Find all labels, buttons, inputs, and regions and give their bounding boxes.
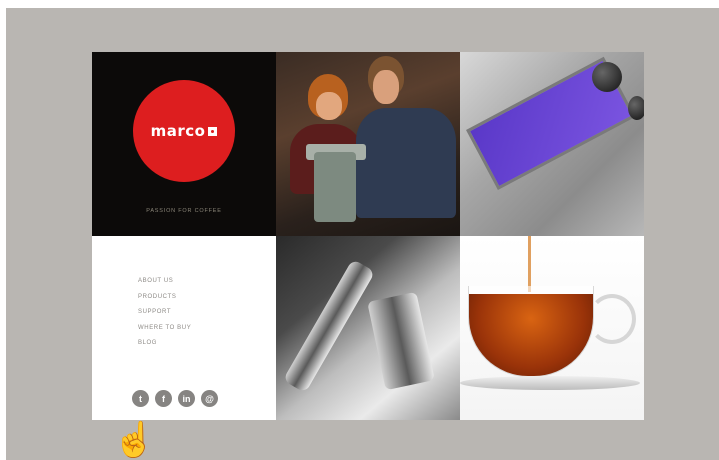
- logo-mark-icon: [208, 126, 218, 136]
- navigation-tile: ABOUT US PRODUCTS SUPPORT WHERE TO BUY B…: [92, 236, 276, 420]
- photo-tea-cup: [460, 236, 644, 420]
- facebook-icon[interactable]: f: [155, 390, 172, 407]
- saucer: [460, 376, 640, 390]
- linkedin-icon[interactable]: in: [178, 390, 195, 407]
- nav-about-us[interactable]: ABOUT US: [138, 274, 191, 290]
- twitter-icon[interactable]: t: [132, 390, 149, 407]
- website-preview: marco PASSION FOR COFFEE ABOUT US PRODUC…: [92, 52, 644, 420]
- knob-icon: [592, 62, 622, 92]
- photo-baristas: [276, 52, 460, 236]
- nav-support[interactable]: SUPPORT: [138, 305, 191, 321]
- logo-text: marco: [150, 122, 206, 140]
- photo-grinder: [276, 236, 460, 420]
- nav-where-to-buy[interactable]: WHERE TO BUY: [138, 321, 191, 337]
- tea-cup: [468, 286, 594, 377]
- tagline: PASSION FOR COFFEE: [146, 208, 222, 214]
- knob-icon: [628, 96, 644, 120]
- main-nav: ABOUT US PRODUCTS SUPPORT WHERE TO BUY B…: [138, 274, 191, 352]
- social-links: t f in @: [132, 390, 218, 407]
- nav-products[interactable]: PRODUCTS: [138, 290, 191, 306]
- photo-device-display: [460, 52, 644, 236]
- marco-logo[interactable]: marco: [133, 80, 235, 182]
- hand-pointer-icon: ☝: [113, 421, 156, 459]
- brand-tile: marco PASSION FOR COFFEE: [92, 52, 276, 236]
- email-icon[interactable]: @: [201, 390, 218, 407]
- nav-blog[interactable]: BLOG: [138, 336, 191, 352]
